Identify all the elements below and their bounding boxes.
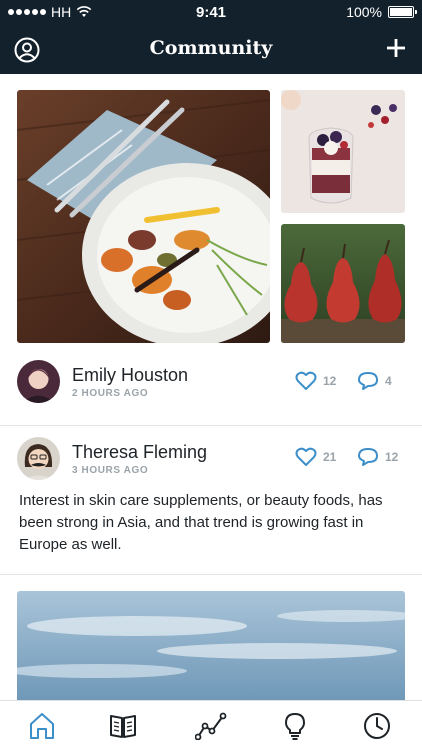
photo-vegetable-plate[interactable] [17, 90, 270, 343]
home-icon [30, 713, 54, 739]
avatar[interactable] [17, 437, 60, 480]
app-header: HH 9:41 100% Community [0, 0, 422, 74]
status-bar: HH 9:41 100% [0, 0, 422, 24]
heart-icon [295, 371, 317, 390]
comment-button[interactable]: 12 [357, 447, 398, 467]
post-author[interactable]: Theresa Fleming [72, 442, 207, 463]
page-title: Community [149, 37, 273, 59]
post-timestamp: 2 HOURS AGO [72, 388, 149, 399]
battery-icon [388, 6, 417, 18]
comment-bubble-icon [358, 448, 378, 466]
like-count: 12 [323, 374, 337, 388]
post-author[interactable]: Emily Houston [72, 365, 188, 386]
comment-bubble-icon [358, 372, 378, 390]
photo-red-pears[interactable] [281, 224, 405, 343]
tab-progress[interactable] [195, 710, 227, 742]
post-body-text: Interest in skin care supplements, or be… [19, 492, 383, 553]
divider [0, 425, 422, 426]
comment-button[interactable]: 4 [357, 371, 392, 391]
like-count: 21 [323, 450, 337, 464]
photo-berry-parfait[interactable] [281, 90, 405, 213]
tab-ideas[interactable] [279, 710, 311, 742]
comment-count: 4 [385, 374, 392, 388]
comment-count: 12 [385, 450, 399, 464]
tab-history[interactable] [361, 710, 393, 742]
photo-sky[interactable] [17, 591, 405, 701]
tab-home[interactable] [26, 710, 58, 742]
like-button[interactable]: 12 [295, 371, 336, 391]
plus-icon[interactable] [386, 38, 406, 58]
avatar[interactable] [17, 360, 60, 403]
post-card[interactable]: Emily Houston 2 HOURS AGO 12 4 [0, 360, 422, 426]
heart-icon [295, 447, 317, 466]
clock-icon [364, 713, 390, 739]
battery-status: 100% [346, 4, 417, 20]
chart-line-icon [195, 712, 227, 740]
book-icon [110, 715, 136, 738]
like-button[interactable]: 21 [295, 447, 336, 467]
post-card[interactable]: Theresa Fleming 3 HOURS AGO 21 12 Intere… [0, 437, 422, 573]
nav-bar: Community [0, 28, 422, 72]
lightbulb-icon [285, 713, 305, 740]
tab-bar [0, 700, 422, 750]
post-timestamp: 3 HOURS AGO [72, 465, 149, 476]
battery-percent: 100% [346, 4, 382, 20]
divider [0, 574, 422, 575]
tab-journal[interactable] [107, 710, 139, 742]
